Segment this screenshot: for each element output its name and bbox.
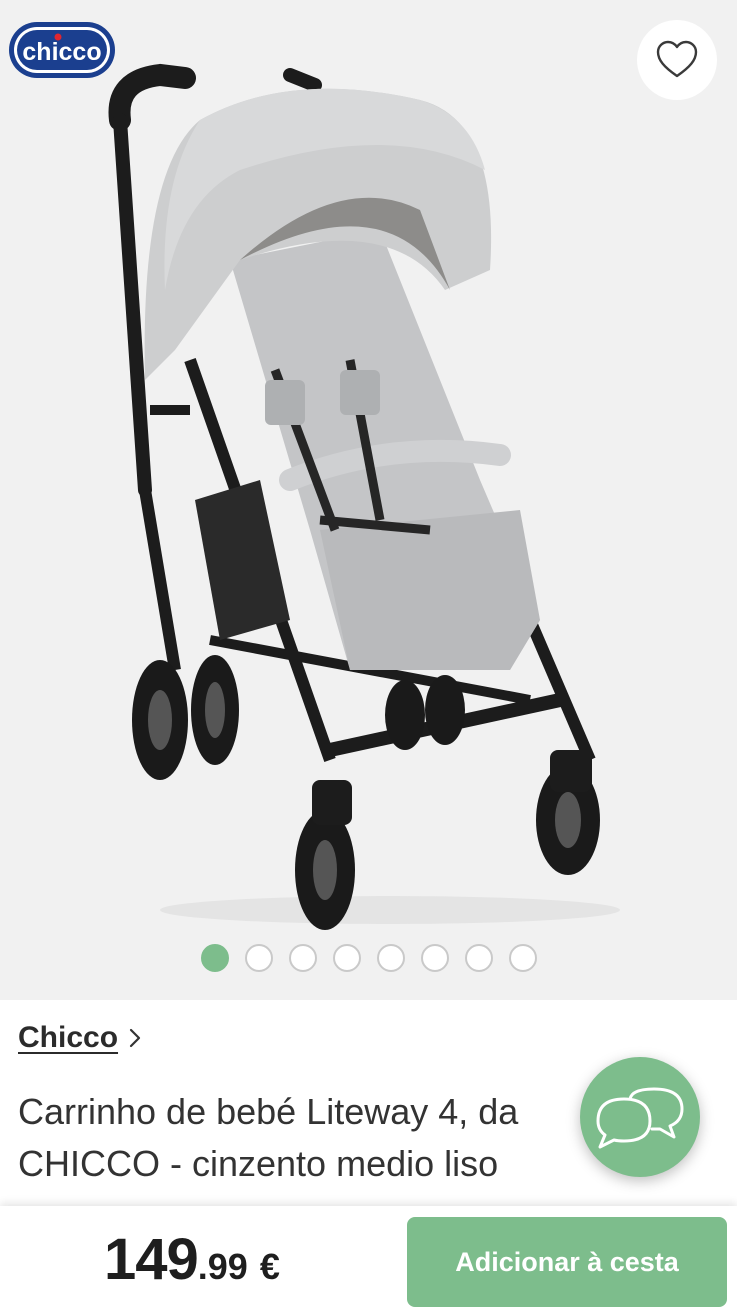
gallery-pagination [0, 944, 737, 976]
price: 149 .99 € [104, 1226, 280, 1296]
gallery-dot-5[interactable] [376, 944, 405, 972]
chat-button[interactable] [580, 1057, 700, 1177]
heart-icon [656, 40, 698, 78]
gallery-dot-7[interactable] [464, 944, 493, 972]
chevron-right-icon [129, 1028, 141, 1048]
gallery-dot-3[interactable] [288, 944, 317, 972]
chat-bubbles-icon [596, 1087, 684, 1149]
add-to-cart-button[interactable]: Adicionar à cesta [407, 1217, 727, 1307]
product-image-gallery[interactable]: chicco [0, 0, 737, 1000]
brand-link[interactable]: Chicco [18, 1021, 118, 1055]
gallery-dot-1[interactable] [200, 944, 229, 972]
price-currency: € [259, 1246, 280, 1287]
gallery-dot-2[interactable] [244, 944, 273, 972]
gallery-dot-6[interactable] [420, 944, 449, 972]
price-integer: 149 [104, 1227, 199, 1292]
brand-link-row[interactable]: Chicco [18, 1018, 142, 1058]
gallery-dot-8[interactable] [508, 944, 537, 972]
price-decimal: .99 [197, 1246, 248, 1287]
stroller-image [108, 63, 620, 930]
gallery-dot-4[interactable] [332, 944, 361, 972]
